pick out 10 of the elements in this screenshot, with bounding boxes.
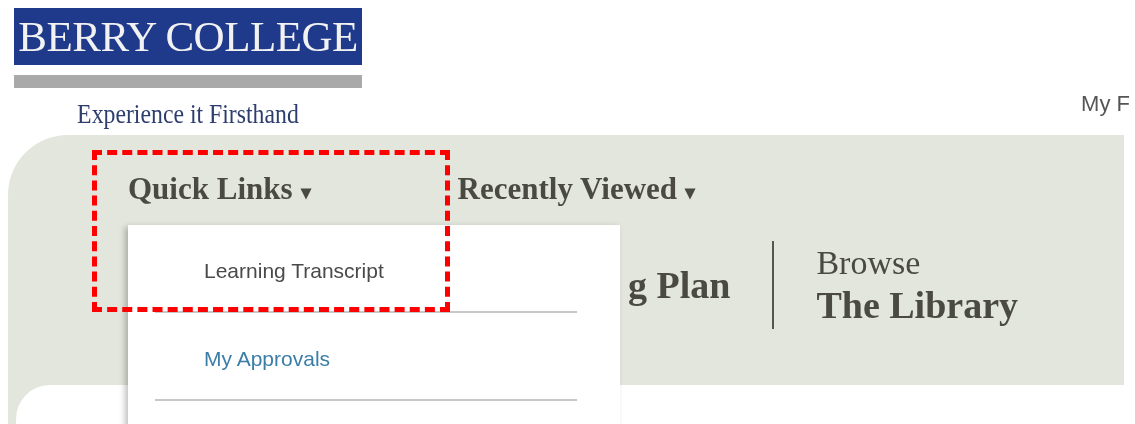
menu-item[interactable]: My Approvals <box>128 313 620 399</box>
tile-title[interactable]: The Library <box>816 283 1019 327</box>
nav-menu-button[interactable]: Quick Links ▾ <box>128 171 311 207</box>
tile-title[interactable]: g Plan <box>628 263 731 307</box>
logo-title[interactable]: BERRY COLLEGE <box>14 8 362 65</box>
nav-menu-button[interactable]: Recently Viewed ▾ <box>457 171 696 207</box>
tile-subtitle[interactable]: Browse <box>816 243 1019 283</box>
tagline: Experience it Firsthand <box>77 99 299 130</box>
header-link[interactable]: My F <box>1081 91 1130 117</box>
menu-item[interactable]: Learning Transcript <box>128 225 620 311</box>
